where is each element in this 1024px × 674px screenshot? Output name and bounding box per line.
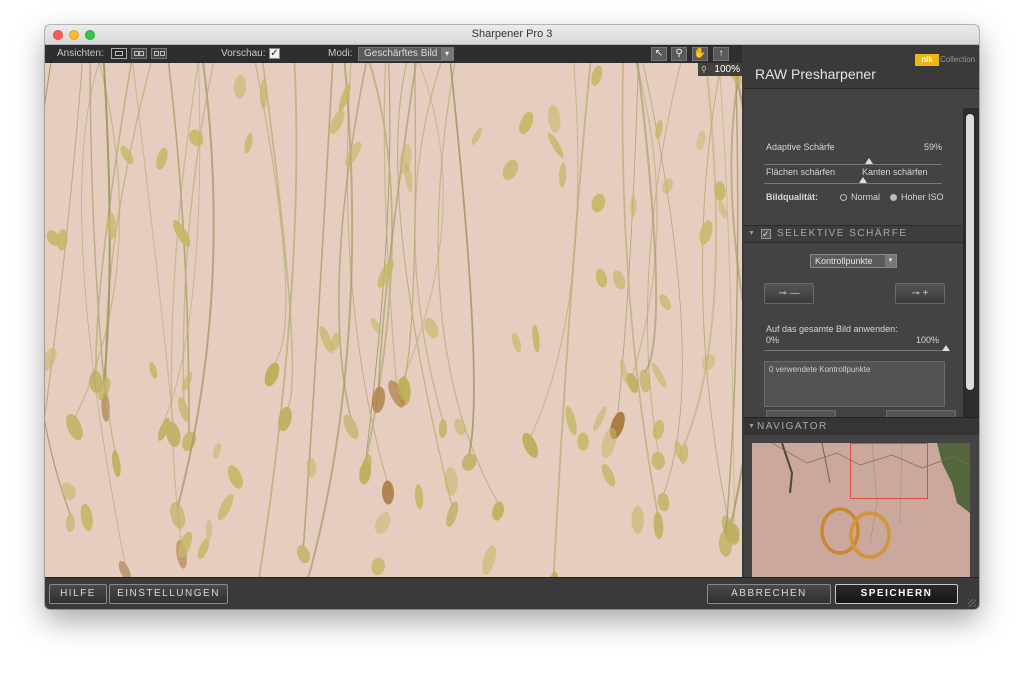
selective-sharpness-checkbox[interactable]: ✓ <box>761 229 771 239</box>
navigator-title: NAVIGATOR <box>757 421 828 432</box>
quality-normal-label: Normal <box>851 192 881 202</box>
side-by-side-icon <box>154 51 159 56</box>
app-window: Sharpener Pro 3 Ansichten: Vorschau: ✓ M… <box>45 25 979 609</box>
views-label: Ansichten: <box>57 48 104 59</box>
add-positive-control-point-button[interactable]: ⊸ + <box>895 283 945 304</box>
adaptive-sharpness-label: Adaptive Schärfe <box>766 142 835 152</box>
panel-title: RAW Presharpener <box>755 66 876 82</box>
chevron-down-icon: ▾ <box>885 255 896 267</box>
collection-label: Collection <box>940 55 976 64</box>
quality-high-iso-label: Hoher ISO <box>901 192 944 202</box>
preview-checkbox[interactable]: ✓ <box>269 48 280 59</box>
adaptive-sharpness-value: 59% <box>924 142 943 152</box>
expand-triangle-icon: ▼ <box>748 230 757 237</box>
apply-whole-image-slider[interactable] <box>764 350 946 351</box>
image-quality-label: Bildqualität: <box>766 192 818 202</box>
adaptive-sharpness-slider[interactable] <box>764 164 942 165</box>
adaptive-sharpness-thumb[interactable] <box>865 158 874 164</box>
right-panel: nik Collection RAW Presharpener Adaptive… <box>744 45 979 589</box>
navigator-view-rectangle[interactable] <box>850 443 928 499</box>
surface-sharpen-label: Flächen schärfen <box>766 167 836 177</box>
control-points-list[interactable]: 0 verwendete Kontrollpunkte <box>764 361 945 407</box>
mode-select-value: Geschärftes Bild <box>364 48 438 59</box>
scrollbar-thumb[interactable] <box>966 114 974 390</box>
title-bar: Sharpener Pro 3 <box>45 25 979 45</box>
apply-whole-image-thumb[interactable] <box>942 345 950 351</box>
arrow-icon[interactable]: ↖ <box>651 47 667 61</box>
pin-icon[interactable]: ↑ <box>713 47 729 61</box>
zoom-icon: ⚲ <box>701 65 707 74</box>
settings-button[interactable]: EINSTELLUNGEN <box>109 584 228 604</box>
zoom-value: 100% <box>714 64 740 75</box>
control-point-minus-icon: ⊸ — <box>778 288 800 299</box>
side-by-side-view-button[interactable] <box>151 48 167 59</box>
apply-max-label: 100% <box>916 335 940 345</box>
cancel-button[interactable]: ABBRECHEN <box>707 584 831 604</box>
control-points-select[interactable]: Kontrollpunkte ▾ <box>810 254 897 268</box>
resize-grip-icon[interactable] <box>968 599 976 607</box>
expand-triangle-icon: ▼ <box>748 423 757 430</box>
split-view-button[interactable] <box>131 48 147 59</box>
quality-normal-radio[interactable] <box>840 194 847 201</box>
save-button[interactable]: SPEICHERN <box>835 584 958 604</box>
hand-icon[interactable]: ✋ <box>692 47 708 61</box>
surface-edge-slider[interactable] <box>764 183 942 184</box>
zoom-icon[interactable]: ⚲ <box>671 47 687 61</box>
bottom-bar: HILFE EINSTELLUNGEN ABBRECHEN SPEICHERN <box>45 577 979 609</box>
preview-label: Vorschau: <box>221 48 266 59</box>
panel-header: nik Collection RAW Presharpener <box>744 45 979 89</box>
single-view-button[interactable] <box>111 48 127 59</box>
selective-sharpness-header[interactable]: ▼ ✓ SELEKTIVE SCHÄRFE <box>744 225 963 243</box>
navigator-header[interactable]: ▼ NAVIGATOR <box>744 417 979 435</box>
quality-high-iso-radio[interactable] <box>890 194 897 201</box>
control-points-select-value: Kontrollpunkte <box>815 256 873 266</box>
add-negative-control-point-button[interactable]: ⊸ — <box>764 283 814 304</box>
edge-sharpen-label: Kanten schärfen <box>862 167 928 177</box>
image-preview[interactable]: ⚲ 100% <box>45 63 742 577</box>
chevron-down-icon: ▾ <box>441 48 453 60</box>
apply-whole-image-label: Auf das gesamte Bild anwenden: <box>766 324 898 334</box>
selective-sharpness-title: SELEKTIVE SCHÄRFE <box>777 228 908 239</box>
apply-min-label: 0% <box>766 335 780 345</box>
modes-label: Modi: <box>328 48 353 59</box>
side-by-side-icon <box>160 51 165 56</box>
surface-edge-thumb[interactable] <box>859 177 867 183</box>
preview-image <box>45 63 742 577</box>
top-toolbar: Ansichten: Vorschau: ✓ Modi: Geschärftes… <box>45 45 742 63</box>
help-button[interactable]: HILFE <box>49 584 107 604</box>
mode-select[interactable]: Geschärftes Bild ▾ <box>358 47 454 61</box>
single-view-icon <box>115 51 123 56</box>
panel-scrollbar[interactable] <box>963 108 979 417</box>
navigator-thumbnail[interactable] <box>752 443 970 589</box>
zoom-indicator: ⚲ 100% <box>698 63 742 76</box>
window-title: Sharpener Pro 3 <box>471 28 553 40</box>
split-view-icon <box>139 51 144 56</box>
nik-logo: nik <box>915 54 939 66</box>
control-point-plus-icon: ⊸ + <box>911 288 929 299</box>
